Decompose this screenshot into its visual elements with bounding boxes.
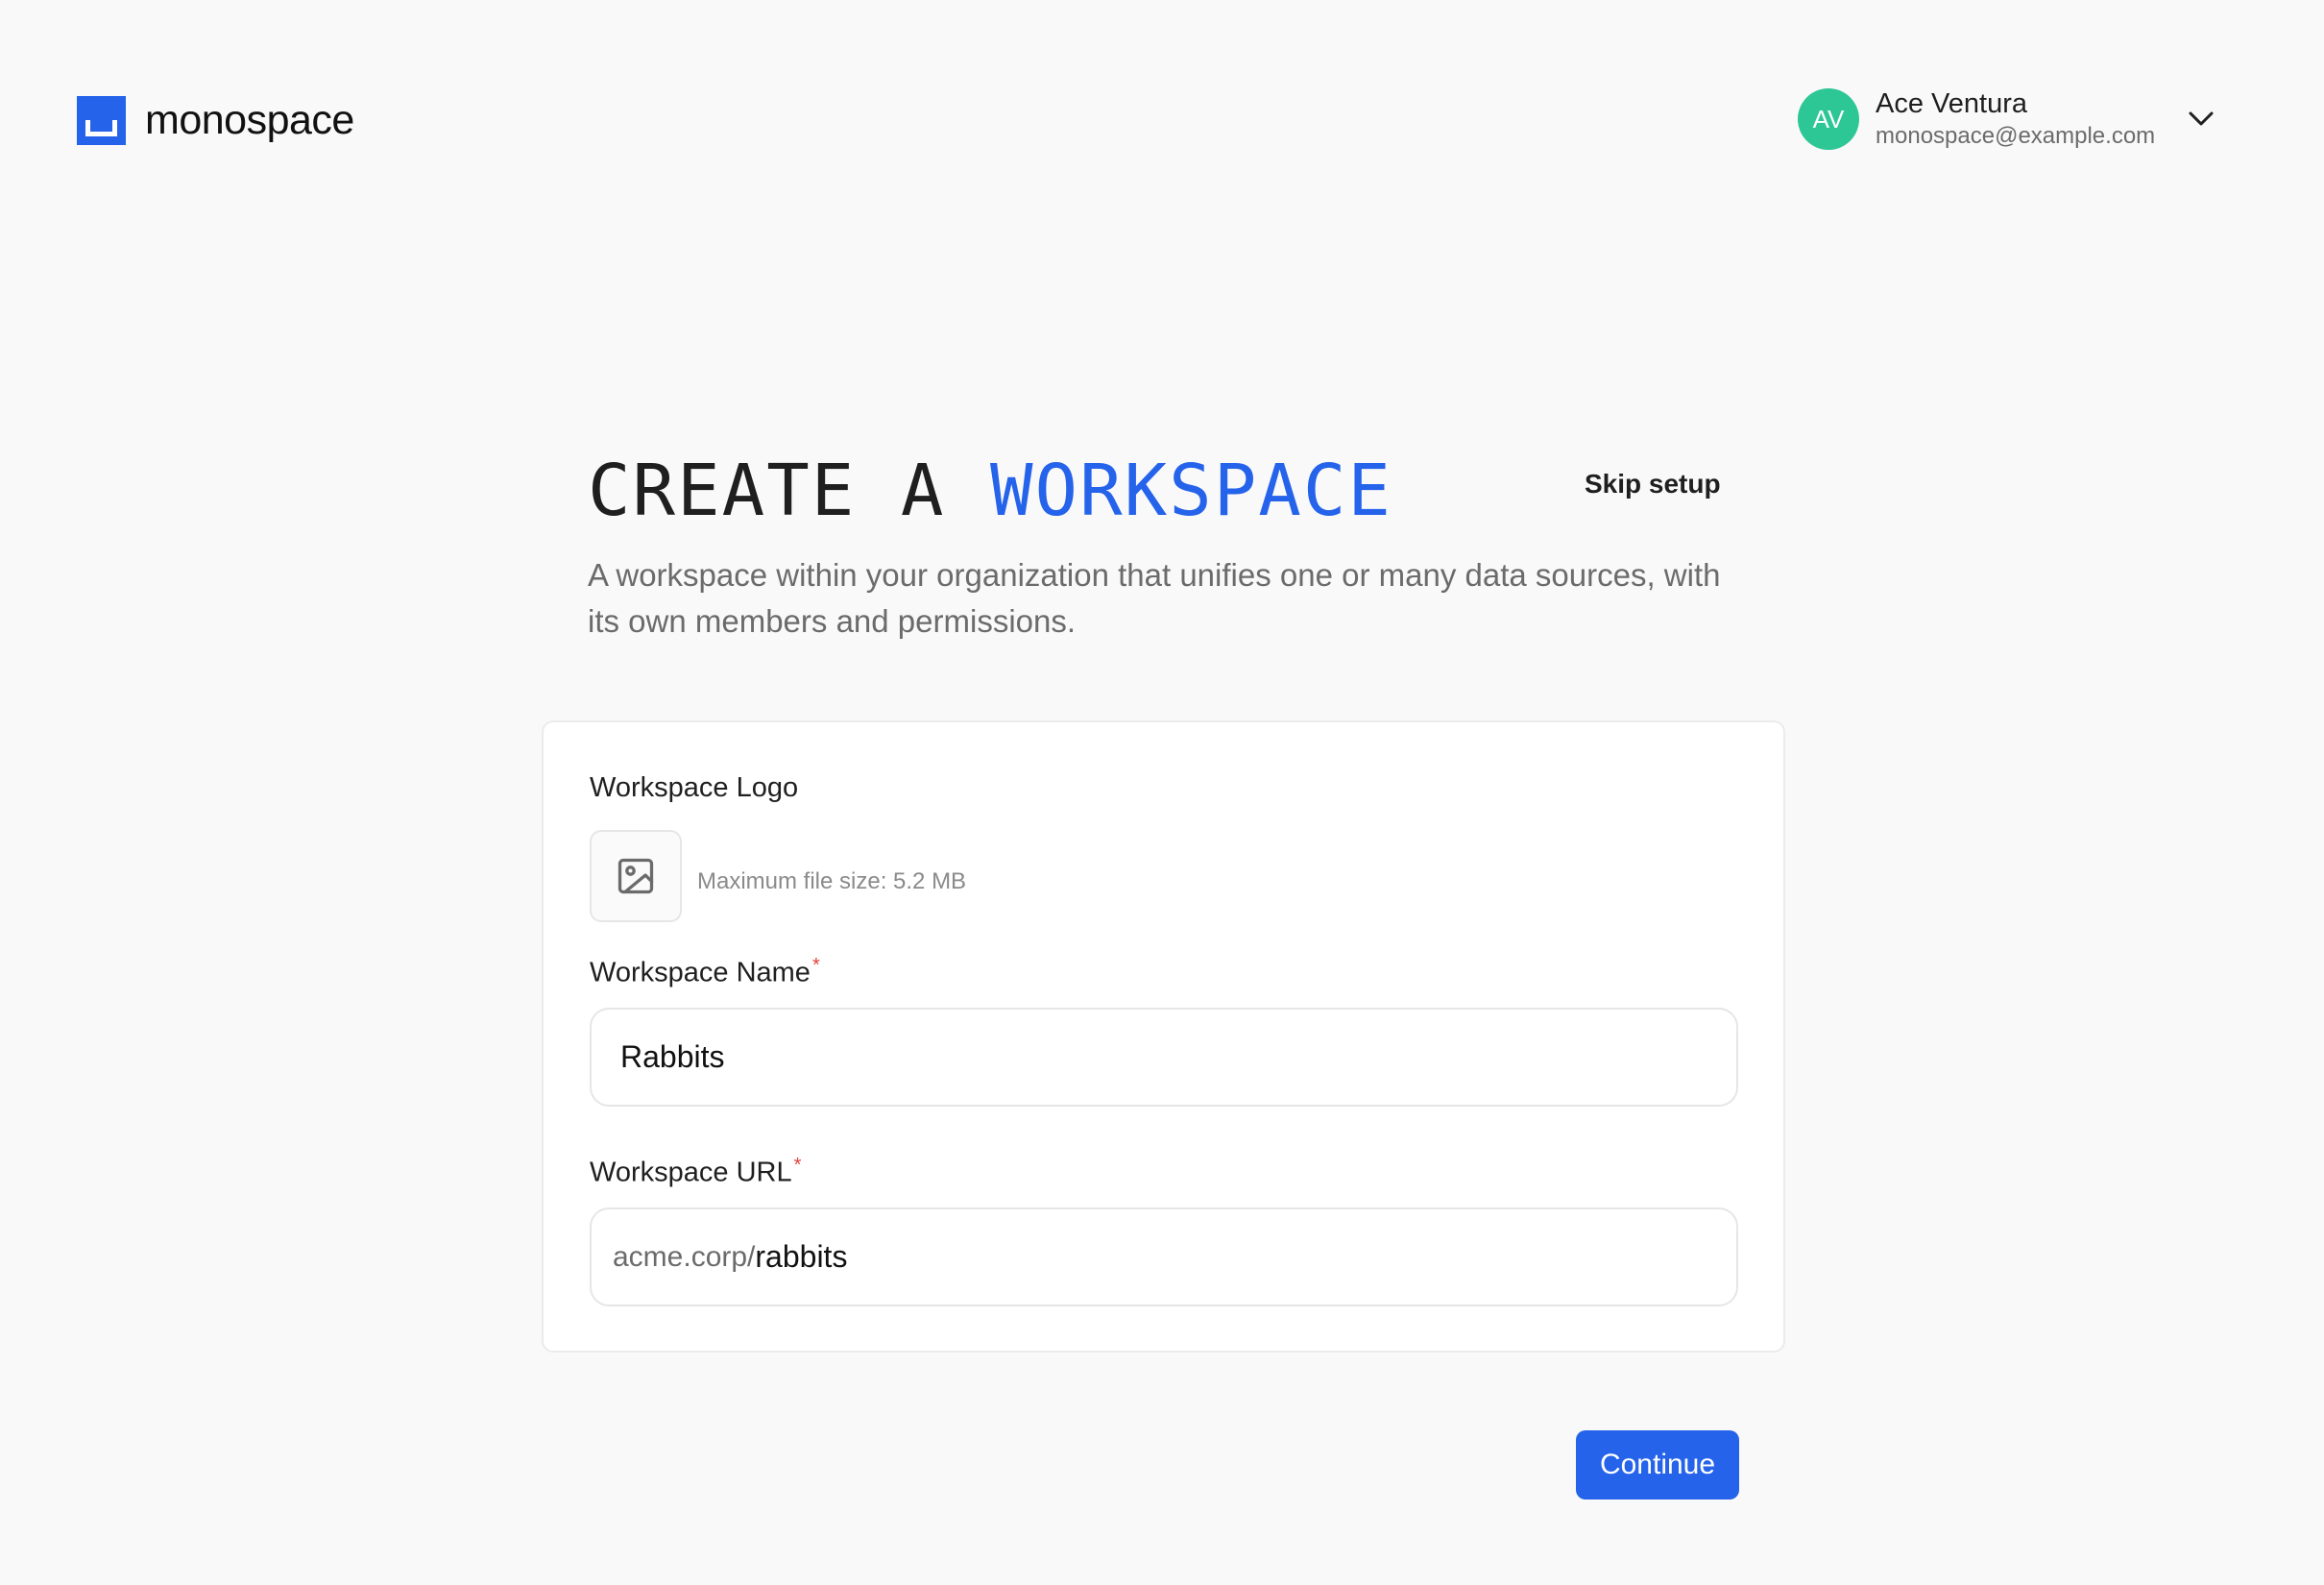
- logo-upload-button[interactable]: [590, 830, 682, 922]
- workspace-logo-label: Workspace Logo: [590, 772, 799, 803]
- title-prefix: CREATE A: [588, 450, 990, 532]
- page-subtitle: A workspace within your organization tha…: [588, 557, 1721, 639]
- workspace-name-label: Workspace Name *: [590, 955, 820, 989]
- logo-size-hint: Maximum file size: 5.2 MB: [697, 868, 967, 894]
- workspace-form-card: Workspace Logo Maximum file size: 5.2 MB…: [542, 720, 1785, 1353]
- workspace-url-label: Workspace URL *: [590, 1155, 801, 1189]
- workspace-name-input[interactable]: Rabbits: [590, 1008, 1738, 1107]
- page-title: CREATE A WORKSPACE: [588, 450, 1392, 532]
- brand-logo[interactable]: monospace: [77, 96, 354, 145]
- url-prefix: acme.corp/: [613, 1240, 756, 1273]
- workspace-url-label-text: Workspace URL: [590, 1157, 792, 1188]
- skip-setup-link[interactable]: Skip setup: [1585, 469, 1721, 500]
- image-icon: [617, 858, 654, 894]
- page: monospace AV Ace Ventura monospace@examp…: [0, 0, 2324, 1585]
- user-email: monospace@example.com: [1876, 123, 2156, 149]
- avatar: AV: [1798, 88, 1859, 150]
- user-info: Ace Ventura monospace@example.com: [1876, 86, 2155, 152]
- workspace-name-label-text: Workspace Name: [590, 957, 811, 988]
- required-mark: *: [811, 955, 820, 976]
- workspace-url-value: rabbits: [755, 1239, 848, 1274]
- title-accent: WORKSPACE: [989, 450, 1392, 532]
- continue-button[interactable]: Continue: [1576, 1430, 1739, 1500]
- chevron-down-icon[interactable]: [2182, 100, 2220, 138]
- monospace-logo-icon: [77, 96, 126, 145]
- brand-name: monospace: [145, 97, 354, 143]
- workspace-url-input[interactable]: acme.corp/rabbits: [590, 1207, 1738, 1306]
- workspace-name-value: Rabbits: [620, 1039, 725, 1074]
- user-name: Ace Ventura: [1876, 88, 2027, 119]
- user-menu[interactable]: AV Ace Ventura monospace@example.com: [1798, 86, 2220, 152]
- required-mark: *: [793, 1155, 802, 1176]
